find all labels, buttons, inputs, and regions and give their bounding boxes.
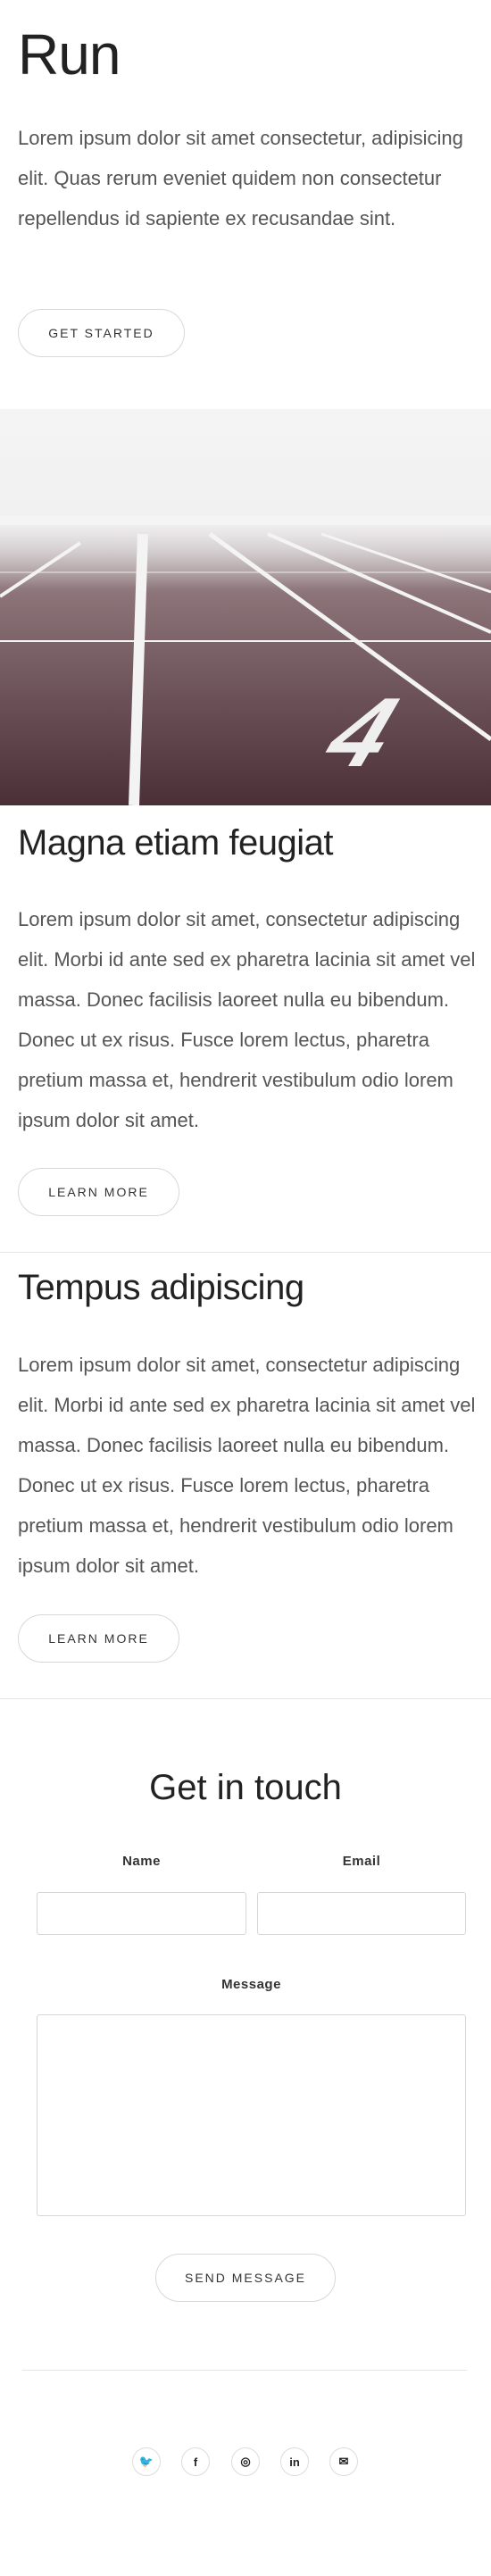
get-started-button[interactable]: GET STARTED [18, 309, 185, 357]
hero-title: Run [18, 22, 121, 87]
section-divider [0, 1698, 491, 1699]
linkedin-icon[interactable]: in [280, 2447, 309, 2476]
section-title: Tempus adipiscing [18, 1268, 304, 1307]
section-divider [0, 1252, 491, 1253]
section-title: Magna etiam feugiat [18, 823, 333, 863]
section-text: Lorem ipsum dolor sit amet, consectetur … [18, 908, 476, 1131]
name-input[interactable] [37, 1892, 246, 1935]
learn-more-button[interactable]: LEARN MORE [18, 1614, 179, 1663]
facebook-icon[interactable]: f [181, 2447, 210, 2476]
section-text: Lorem ipsum dolor sit amet, consectetur … [18, 1354, 476, 1577]
hero-section: Run Lorem ipsum dolor sit amet consectet… [0, 0, 491, 409]
contact-title: Get in touch [149, 1768, 342, 1807]
running-track-illustration: 4 [0, 409, 491, 805]
running-track-image: 4 [0, 409, 491, 805]
message-label: Message [221, 1977, 281, 1992]
email-label: Email [342, 1854, 381, 1869]
footer-divider [22, 2370, 467, 2371]
hero-text: Lorem ipsum dolor sit amet consectetur, … [18, 127, 463, 229]
page: Run Lorem ipsum dolor sit amet consectet… [0, 0, 491, 2576]
send-message-button[interactable]: SEND MESSAGE [155, 2254, 336, 2302]
name-label: Name [122, 1854, 161, 1869]
twitter-icon[interactable]: 🐦 [132, 2447, 161, 2476]
learn-more-button[interactable]: LEARN MORE [18, 1168, 179, 1216]
instagram-icon[interactable]: ◎ [231, 2447, 260, 2476]
email-input[interactable] [257, 1892, 466, 1935]
email-icon[interactable]: ✉ [329, 2447, 358, 2476]
message-textarea[interactable] [37, 2014, 466, 2216]
